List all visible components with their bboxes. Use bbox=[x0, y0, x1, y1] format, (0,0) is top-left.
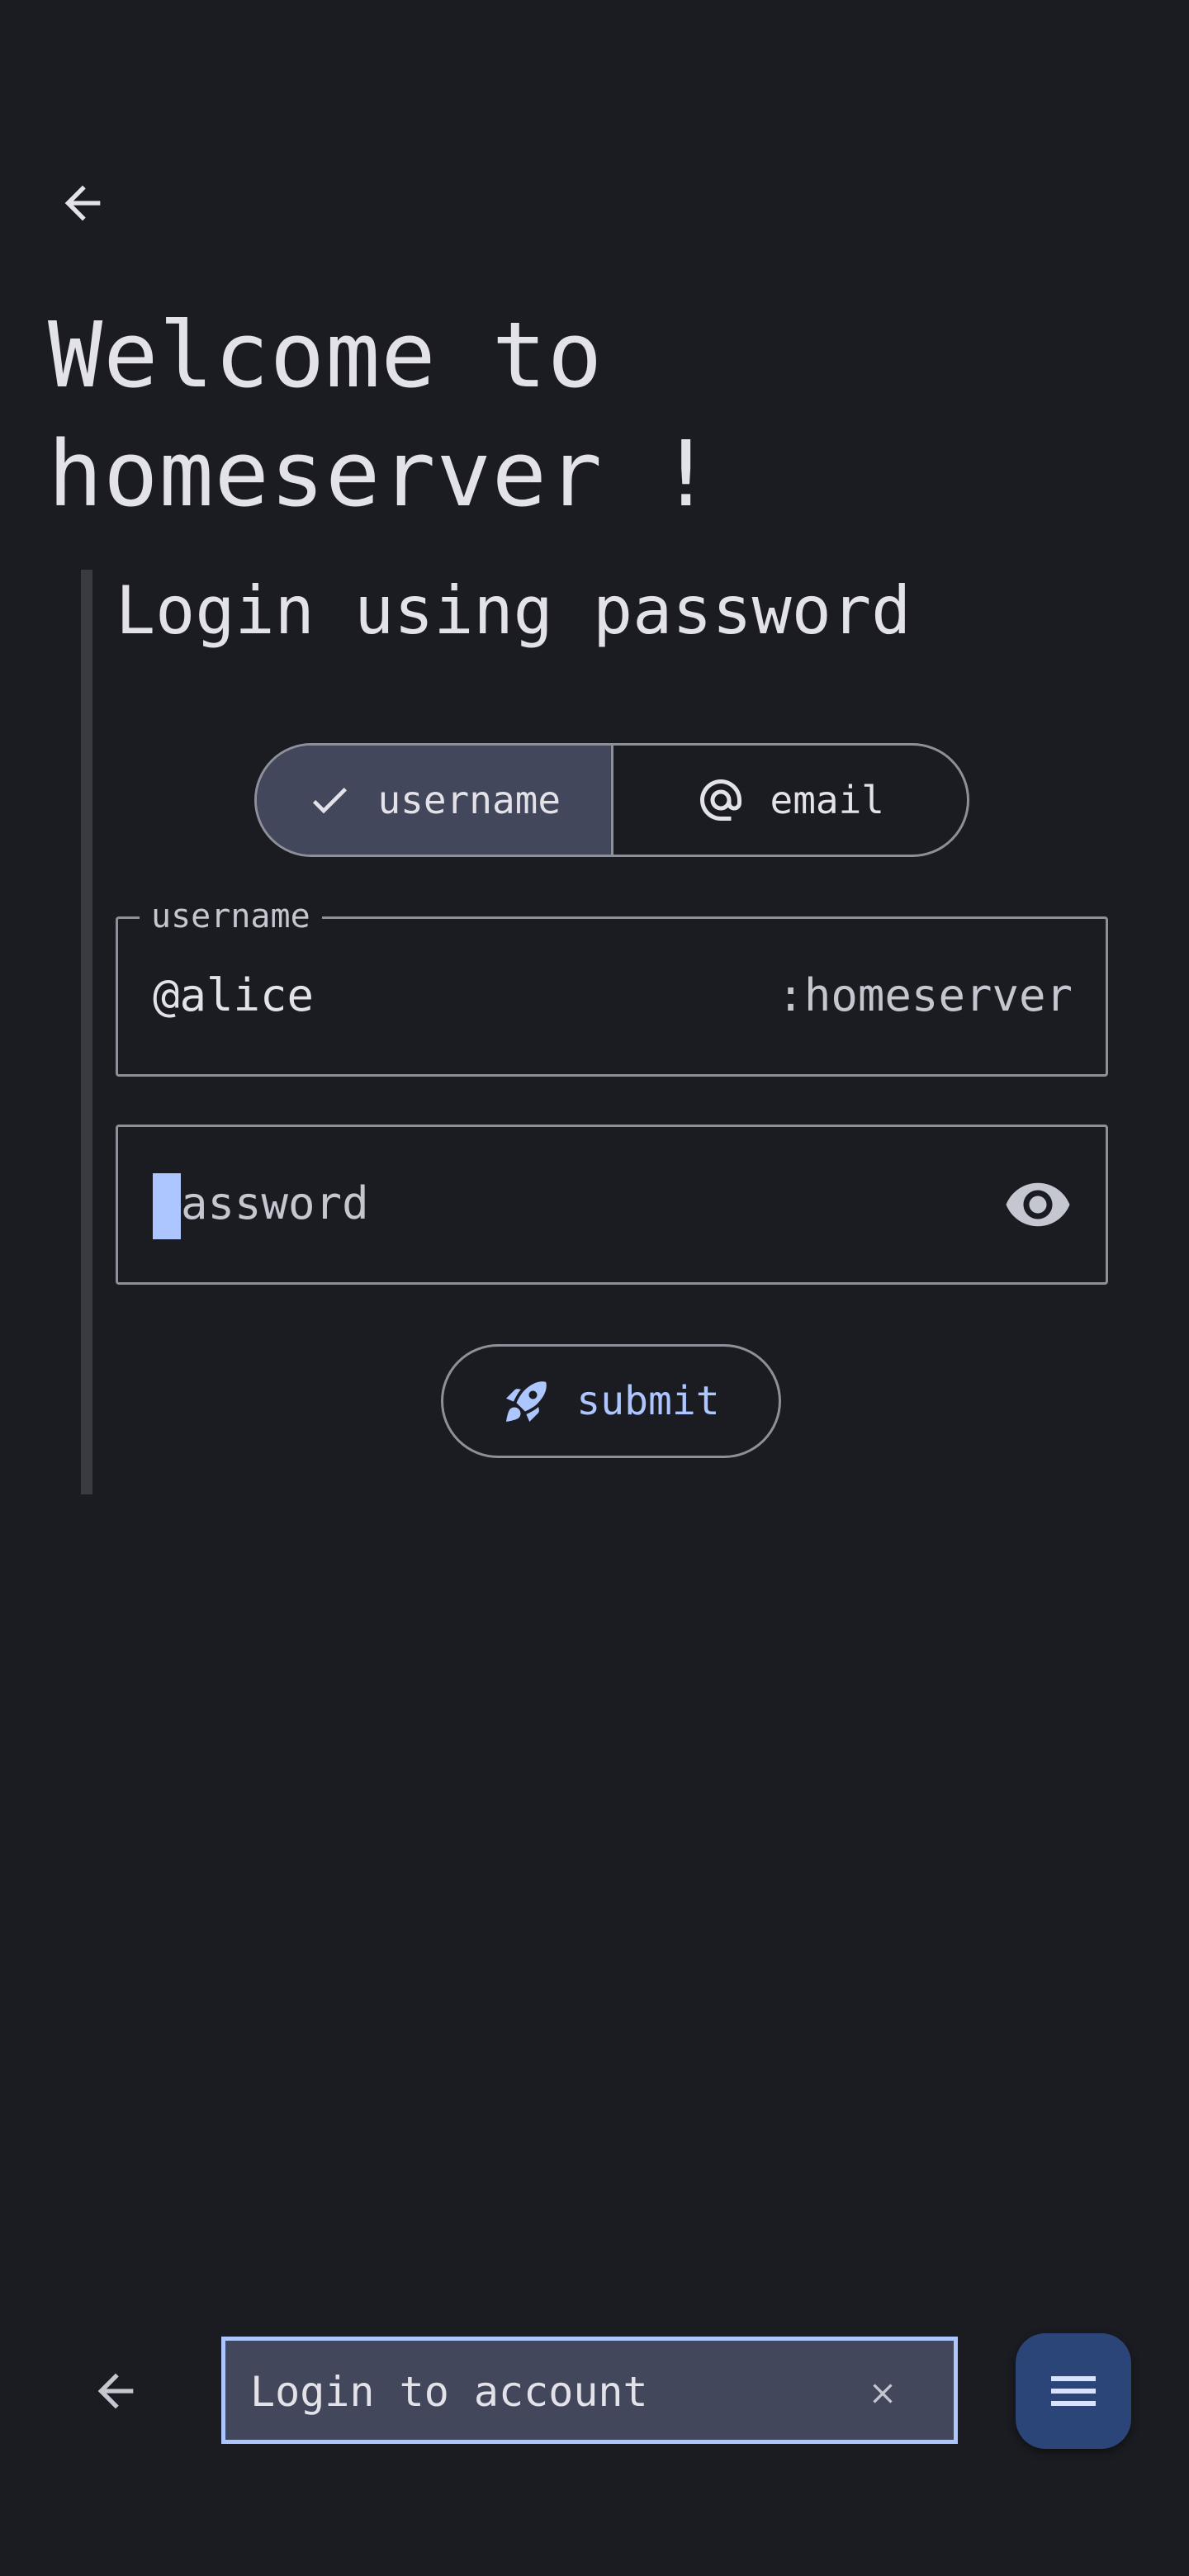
arrow-back-icon bbox=[64, 185, 101, 221]
back-button[interactable] bbox=[50, 170, 116, 236]
homeserver-suffix: :homeserver bbox=[777, 969, 1073, 1021]
location-bar-text: Login to account bbox=[250, 2368, 648, 2416]
password-placeholder: assword bbox=[181, 1177, 369, 1229]
eye-icon bbox=[1006, 1182, 1070, 1227]
menu-icon bbox=[1051, 2376, 1096, 2406]
menu-button[interactable] bbox=[1016, 2333, 1131, 2449]
login-subtitle: Login using password bbox=[116, 572, 912, 649]
password-field[interactable]: assword bbox=[116, 1125, 1108, 1285]
location-bar[interactable]: Login to account bbox=[221, 2337, 958, 2444]
submit-button[interactable]: submit bbox=[441, 1344, 781, 1458]
username-field-value: @alice bbox=[153, 969, 315, 1021]
email-mode-label: email bbox=[770, 778, 884, 822]
check-icon bbox=[306, 777, 353, 823]
login-mode-toggle: username email bbox=[254, 743, 969, 857]
bottom-back-button[interactable] bbox=[83, 2358, 149, 2424]
username-mode-label: username bbox=[377, 778, 561, 822]
toggle-password-visibility-button[interactable] bbox=[1003, 1170, 1073, 1239]
section-divider bbox=[81, 570, 92, 1494]
username-field[interactable]: username @alice :homeserver bbox=[116, 894, 1108, 1077]
at-sign-icon bbox=[696, 775, 746, 825]
close-icon bbox=[873, 2384, 893, 2403]
text-cursor bbox=[153, 1173, 181, 1239]
email-mode-button[interactable]: email bbox=[613, 746, 968, 855]
username-field-label: username bbox=[140, 894, 322, 939]
arrow-back-icon bbox=[97, 2373, 134, 2409]
rocket-icon bbox=[502, 1376, 552, 1426]
username-mode-button[interactable]: username bbox=[257, 746, 613, 855]
clear-location-button[interactable] bbox=[858, 2369, 907, 2418]
page-title: Welcome to homeserver ! bbox=[48, 302, 714, 527]
submit-label: submit bbox=[576, 1378, 720, 1424]
